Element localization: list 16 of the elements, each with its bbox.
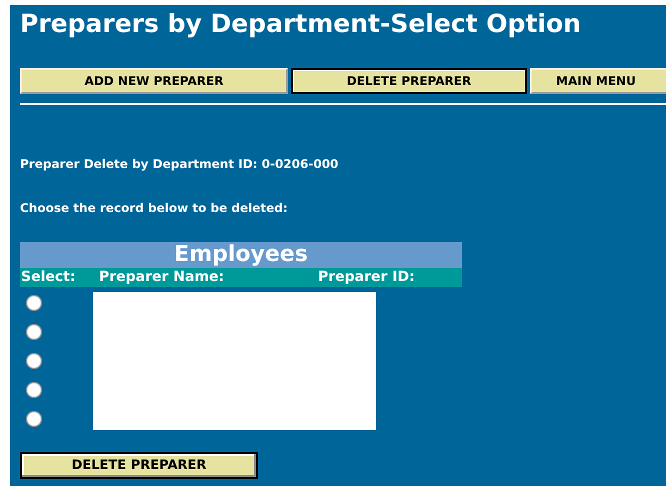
radio-button[interactable] — [26, 382, 42, 398]
column-header: Preparer ID: — [318, 268, 415, 287]
radio-button[interactable] — [26, 411, 42, 427]
menu-button[interactable]: ADD NEW PREPARER — [20, 68, 288, 94]
instruction-text: Choose the record below to be deleted: — [20, 201, 289, 215]
column-header: Preparer Name: — [99, 268, 224, 287]
page-title: Preparers by Department-Select Option — [20, 9, 582, 39]
radio-button[interactable] — [26, 295, 42, 311]
table-title: Employees — [20, 242, 462, 268]
menu-button[interactable]: DELETE PREPARER — [291, 68, 527, 94]
column-header: Select: — [21, 268, 76, 287]
department-text: Preparer Delete by Department ID: 0-0206-000 — [20, 157, 340, 171]
radio-button[interactable] — [26, 324, 42, 340]
delete-button[interactable]: DELETE PREPARER — [20, 452, 258, 479]
menu-button[interactable]: MAIN MENU — [530, 68, 666, 94]
radio-button[interactable] — [26, 353, 42, 369]
